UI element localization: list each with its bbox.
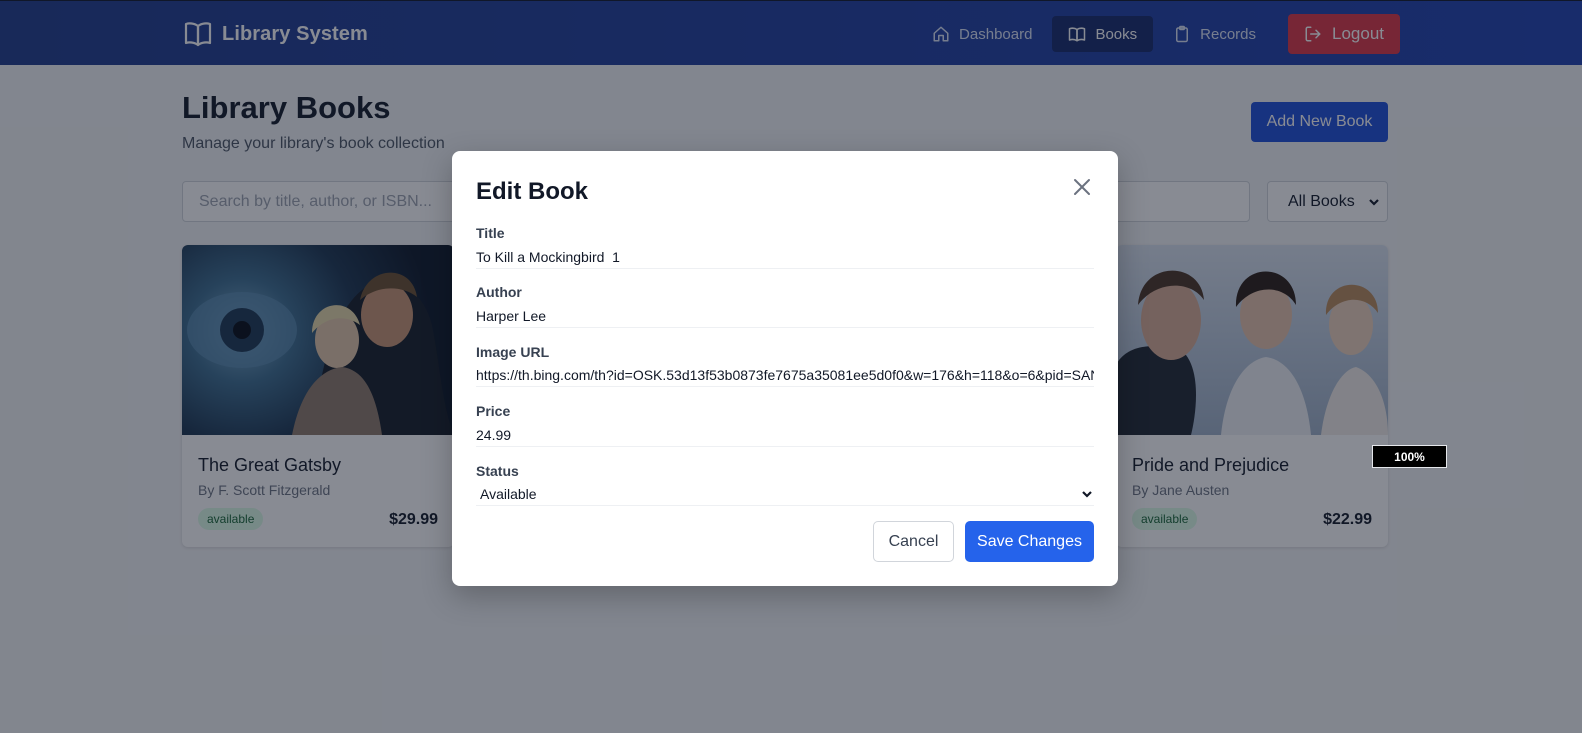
status-select[interactable]: Available <box>476 482 1094 506</box>
price-field[interactable] <box>476 423 1094 447</box>
cancel-button[interactable]: Cancel <box>873 521 954 562</box>
status-select-value: Available <box>480 485 537 502</box>
author-label: Author <box>476 284 522 300</box>
image-url-label: Image URL <box>476 344 550 360</box>
close-icon[interactable] <box>1072 177 1092 197</box>
chevron-down-icon <box>1082 491 1092 498</box>
status-label: Status <box>476 463 519 479</box>
author-field[interactable] <box>476 304 1094 328</box>
edit-book-modal: Edit Book Title Author Image URL Price S… <box>452 151 1118 586</box>
image-url-field[interactable] <box>476 363 1094 387</box>
price-label: Price <box>476 403 511 419</box>
title-field[interactable] <box>476 245 1094 269</box>
title-label: Title <box>476 225 505 241</box>
modal-title: Edit Book <box>476 178 588 205</box>
save-changes-button[interactable]: Save Changes <box>965 521 1094 562</box>
zoom-indicator: 100% <box>1372 445 1447 468</box>
